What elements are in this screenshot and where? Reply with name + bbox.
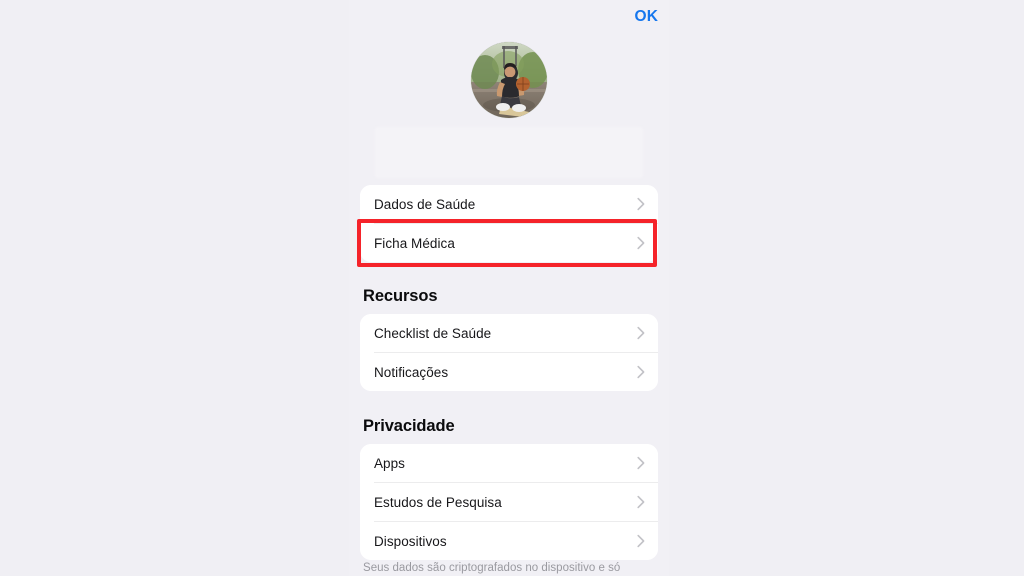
chevron-right-icon bbox=[636, 326, 646, 340]
row-label: Checklist de Saúde bbox=[374, 325, 492, 341]
row-label: Dados de Saúde bbox=[374, 196, 476, 212]
sidebar-item-notificacoes[interactable]: Notificações bbox=[360, 353, 658, 391]
sidebar-item-dados-de-saude[interactable]: Dados de Saúde bbox=[360, 185, 658, 223]
health-profile-sheet: OK Dados de Saúde Ficha Médica Recursos … bbox=[349, 0, 669, 576]
sidebar-item-ficha-medica[interactable]: Ficha Médica bbox=[360, 224, 658, 262]
chevron-right-icon bbox=[636, 456, 646, 470]
section-header-privacidade: Privacidade bbox=[363, 417, 455, 435]
section-header-recursos: Recursos bbox=[363, 287, 438, 305]
avatar-container bbox=[349, 42, 669, 118]
ok-button[interactable]: OK bbox=[635, 7, 658, 27]
profile-name-field[interactable] bbox=[375, 127, 643, 178]
screen-canvas: OK Dados de Saúde Ficha Médica Recursos … bbox=[0, 0, 1024, 576]
sidebar-item-checklist-de-saude[interactable]: Checklist de Saúde bbox=[360, 314, 658, 352]
sidebar-item-estudos-de-pesquisa[interactable]: Estudos de Pesquisa bbox=[360, 483, 658, 521]
chevron-right-icon bbox=[636, 365, 646, 379]
avatar[interactable] bbox=[471, 42, 547, 118]
row-label: Dispositivos bbox=[374, 533, 447, 549]
card-recursos: Checklist de Saúde Notificações bbox=[360, 314, 658, 391]
chevron-right-icon bbox=[636, 534, 646, 548]
sheet-navbar: OK bbox=[349, 0, 669, 36]
sidebar-item-apps[interactable]: Apps bbox=[360, 444, 658, 482]
row-label: Apps bbox=[374, 455, 405, 471]
chevron-right-icon bbox=[636, 236, 646, 250]
chevron-right-icon bbox=[636, 197, 646, 211]
row-label: Ficha Médica bbox=[374, 235, 455, 251]
card-privacidade: Apps Estudos de Pesquisa Dispositivos bbox=[360, 444, 658, 560]
row-label: Notificações bbox=[374, 364, 449, 380]
privacy-footer-note: Seus dados são criptografados no disposi… bbox=[363, 562, 621, 574]
card-health-records: Dados de Saúde Ficha Médica bbox=[360, 185, 658, 262]
sidebar-item-dispositivos[interactable]: Dispositivos bbox=[360, 522, 658, 560]
chevron-right-icon bbox=[636, 495, 646, 509]
row-label: Estudos de Pesquisa bbox=[374, 494, 502, 510]
